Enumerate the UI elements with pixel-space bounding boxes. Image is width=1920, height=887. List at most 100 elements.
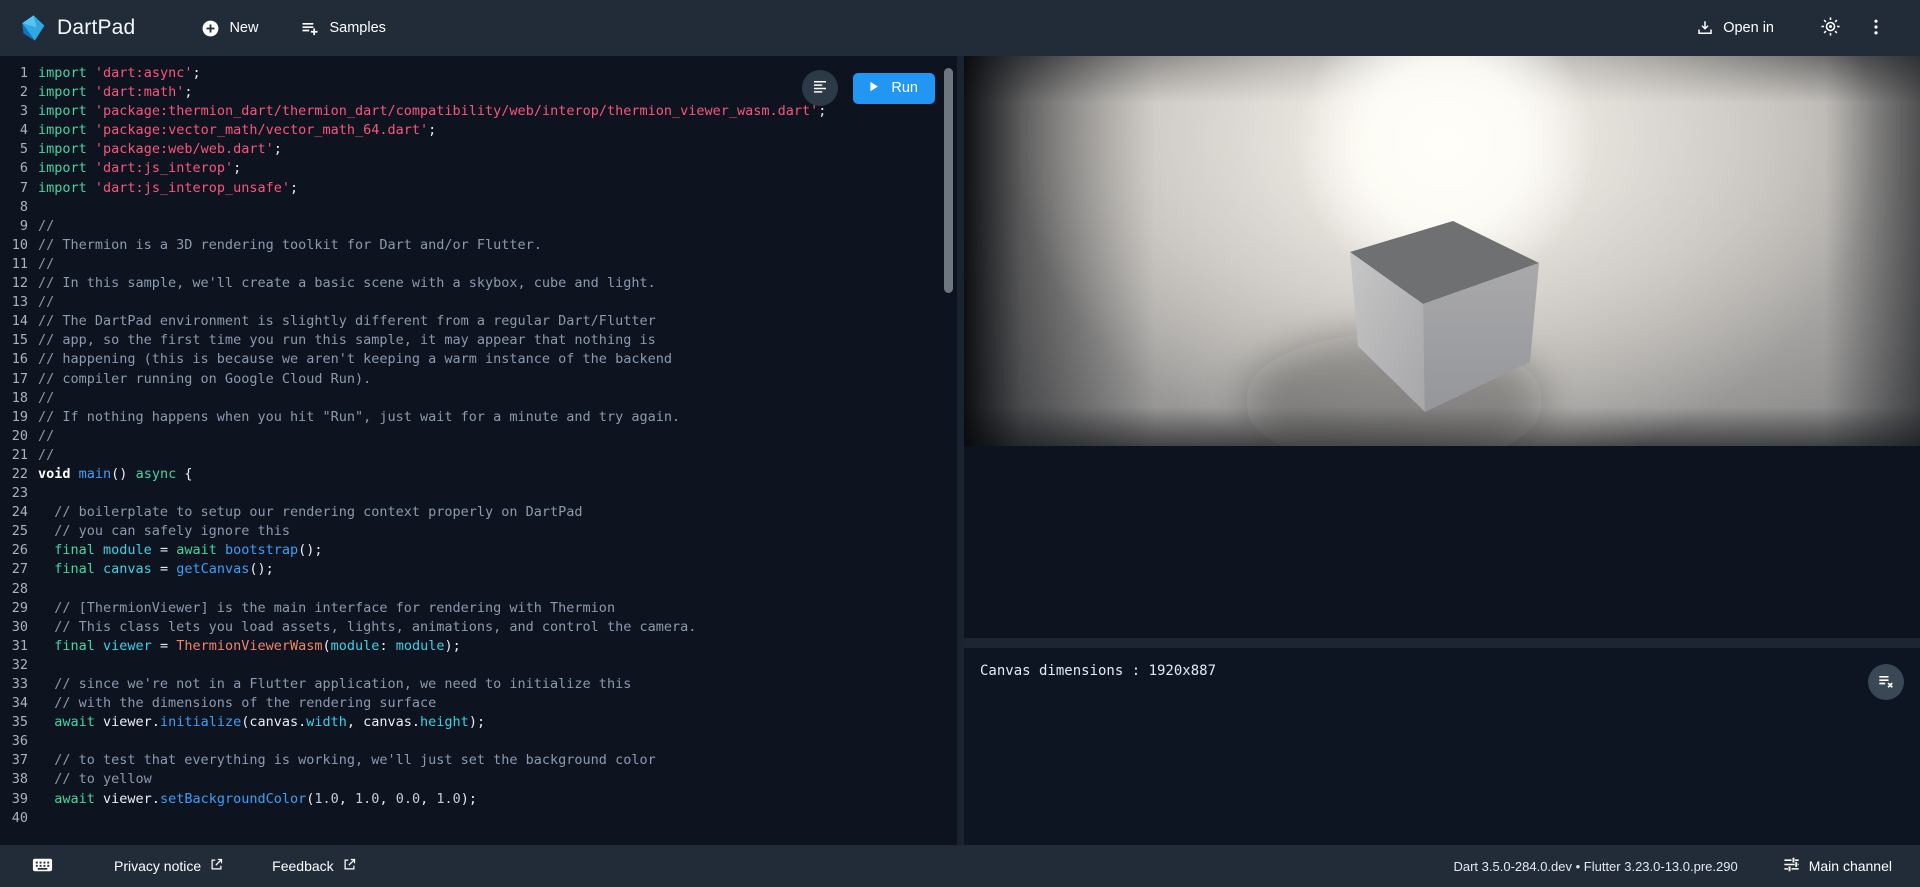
playlist-add-icon [300,18,320,38]
code-line[interactable]: 21// [0,446,957,465]
code-line[interactable]: 5import 'package:web/web.dart'; [0,140,957,159]
add-circle-icon [201,19,220,38]
open-in-button[interactable]: Open in [1696,10,1774,46]
line-number: 6 [0,159,38,178]
code-line[interactable]: 14// The DartPad environment is slightly… [0,312,957,331]
code-line[interactable]: 11// [0,255,957,274]
code-line[interactable]: 24 // boilerplate to setup our rendering… [0,503,957,522]
privacy-notice-link[interactable]: Privacy notice [114,857,224,875]
line-number: 14 [0,312,38,331]
cube-3d-render [964,56,1920,446]
code-line[interactable]: 12// In this sample, we'll create a basi… [0,274,957,293]
code-line[interactable]: 16// happening (this is because we aren'… [0,350,957,369]
tune-icon [1782,855,1801,877]
keyboard-icon [31,853,54,879]
line-number: 22 [0,465,38,484]
output-panel: Canvas dimensions : 1920x887 [964,56,1920,845]
panel-resize-handle[interactable] [957,56,964,845]
brightness-icon [1820,16,1841,40]
version-info: Dart 3.5.0-284.0.dev • Flutter 3.23.0-13… [1453,859,1737,874]
new-button[interactable]: New [201,10,258,46]
code-line[interactable]: 26 final module = await bootstrap(); [0,541,957,560]
feedback-link[interactable]: Feedback [272,857,356,875]
new-button-label: New [229,20,258,36]
format-button[interactable] [802,70,838,106]
line-number: 3 [0,102,38,121]
code-line[interactable]: 4import 'package:vector_math/vector_math… [0,121,957,140]
code-editor[interactable]: 1import 'dart:async';2import 'dart:math'… [0,56,957,845]
app-title: DartPad [57,16,135,40]
code-line[interactable]: 13// [0,293,957,312]
channel-selector-button[interactable]: Main channel [1782,855,1892,877]
line-number: 29 [0,599,38,618]
code-line[interactable]: 30 // This class lets you load assets, l… [0,618,957,637]
samples-button-label: Samples [329,20,385,36]
code-line[interactable]: 10// Thermion is a 3D rendering toolkit … [0,236,957,255]
external-link-icon [342,857,357,875]
code-line[interactable]: 18// [0,389,957,408]
code-line[interactable]: 25 // you can safely ignore this [0,522,957,541]
line-number: 27 [0,560,38,579]
overflow-menu-button[interactable] [1858,10,1894,46]
status-bar: Privacy notice Feedback Dart 3.5.0-284.0… [0,845,1920,887]
code-line[interactable]: 39 await viewer.setBackgroundColor(1.0, … [0,790,957,809]
line-number: 38 [0,770,38,789]
code-line[interactable]: 17// compiler running on Google Cloud Ru… [0,370,957,389]
console-output: Canvas dimensions : 1920x887 [964,648,1920,679]
theme-toggle-button[interactable] [1812,10,1848,46]
code-line[interactable]: 20// [0,427,957,446]
code-line[interactable]: 7import 'dart:js_interop_unsafe'; [0,179,957,198]
code-line[interactable]: 19// If nothing happens when you hit "Ru… [0,408,957,427]
line-number: 10 [0,236,38,255]
line-number: 23 [0,484,38,503]
line-number: 17 [0,370,38,389]
code-line[interactable]: 36 [0,732,957,751]
samples-button[interactable]: Samples [300,10,385,46]
format-align-icon [811,78,829,99]
download-icon [1696,19,1714,37]
code-line[interactable]: 28 [0,580,957,599]
run-button-label: Run [891,80,918,96]
code-line[interactable]: 29 // [ThermionViewer] is the main inter… [0,599,957,618]
code-line[interactable]: 8 [0,198,957,217]
line-number: 39 [0,790,38,809]
console-resize-handle[interactable] [964,638,1920,648]
render-canvas[interactable] [964,56,1920,446]
code-line[interactable]: 15// app, so the first time you run this… [0,331,957,350]
line-number: 16 [0,350,38,369]
clear-console-button[interactable] [1868,664,1904,700]
more-vert-icon [1866,17,1886,40]
code-line[interactable]: 31 final viewer = ThermionViewerWasm(mod… [0,637,957,656]
code-line[interactable]: 38 // to yellow [0,770,957,789]
line-number: 15 [0,331,38,350]
line-number: 24 [0,503,38,522]
line-number: 5 [0,140,38,159]
code-line[interactable]: 27 final canvas = getCanvas(); [0,560,957,579]
line-number: 20 [0,427,38,446]
line-number: 33 [0,675,38,694]
line-number: 11 [0,255,38,274]
code-line[interactable]: 37 // to test that everything is working… [0,751,957,770]
code-line[interactable]: 40 [0,809,957,828]
line-number: 26 [0,541,38,560]
code-line[interactable]: 35 await viewer.initialize(canvas.width,… [0,713,957,732]
run-button[interactable]: Run [853,73,935,104]
code-line[interactable]: 23 [0,484,957,503]
code-line[interactable]: 22void main() async { [0,465,957,484]
code-line[interactable]: 6import 'dart:js_interop'; [0,159,957,178]
code-lines: 1import 'dart:async';2import 'dart:math'… [0,56,957,828]
editor-scrollbar[interactable] [944,68,953,293]
code-line[interactable]: 33 // since we're not in a Flutter appli… [0,675,957,694]
code-line[interactable]: 34 // with the dimensions of the renderi… [0,694,957,713]
line-number: 19 [0,408,38,427]
console-panel: Canvas dimensions : 1920x887 [964,648,1920,845]
line-number: 36 [0,732,38,751]
render-canvas-panel [964,56,1920,638]
line-number: 13 [0,293,38,312]
line-number: 9 [0,217,38,236]
line-number: 34 [0,694,38,713]
keyboard-shortcuts-button[interactable] [24,848,60,884]
code-line[interactable]: 9// [0,217,957,236]
code-line[interactable]: 32 [0,656,957,675]
open-in-label: Open in [1723,20,1774,36]
